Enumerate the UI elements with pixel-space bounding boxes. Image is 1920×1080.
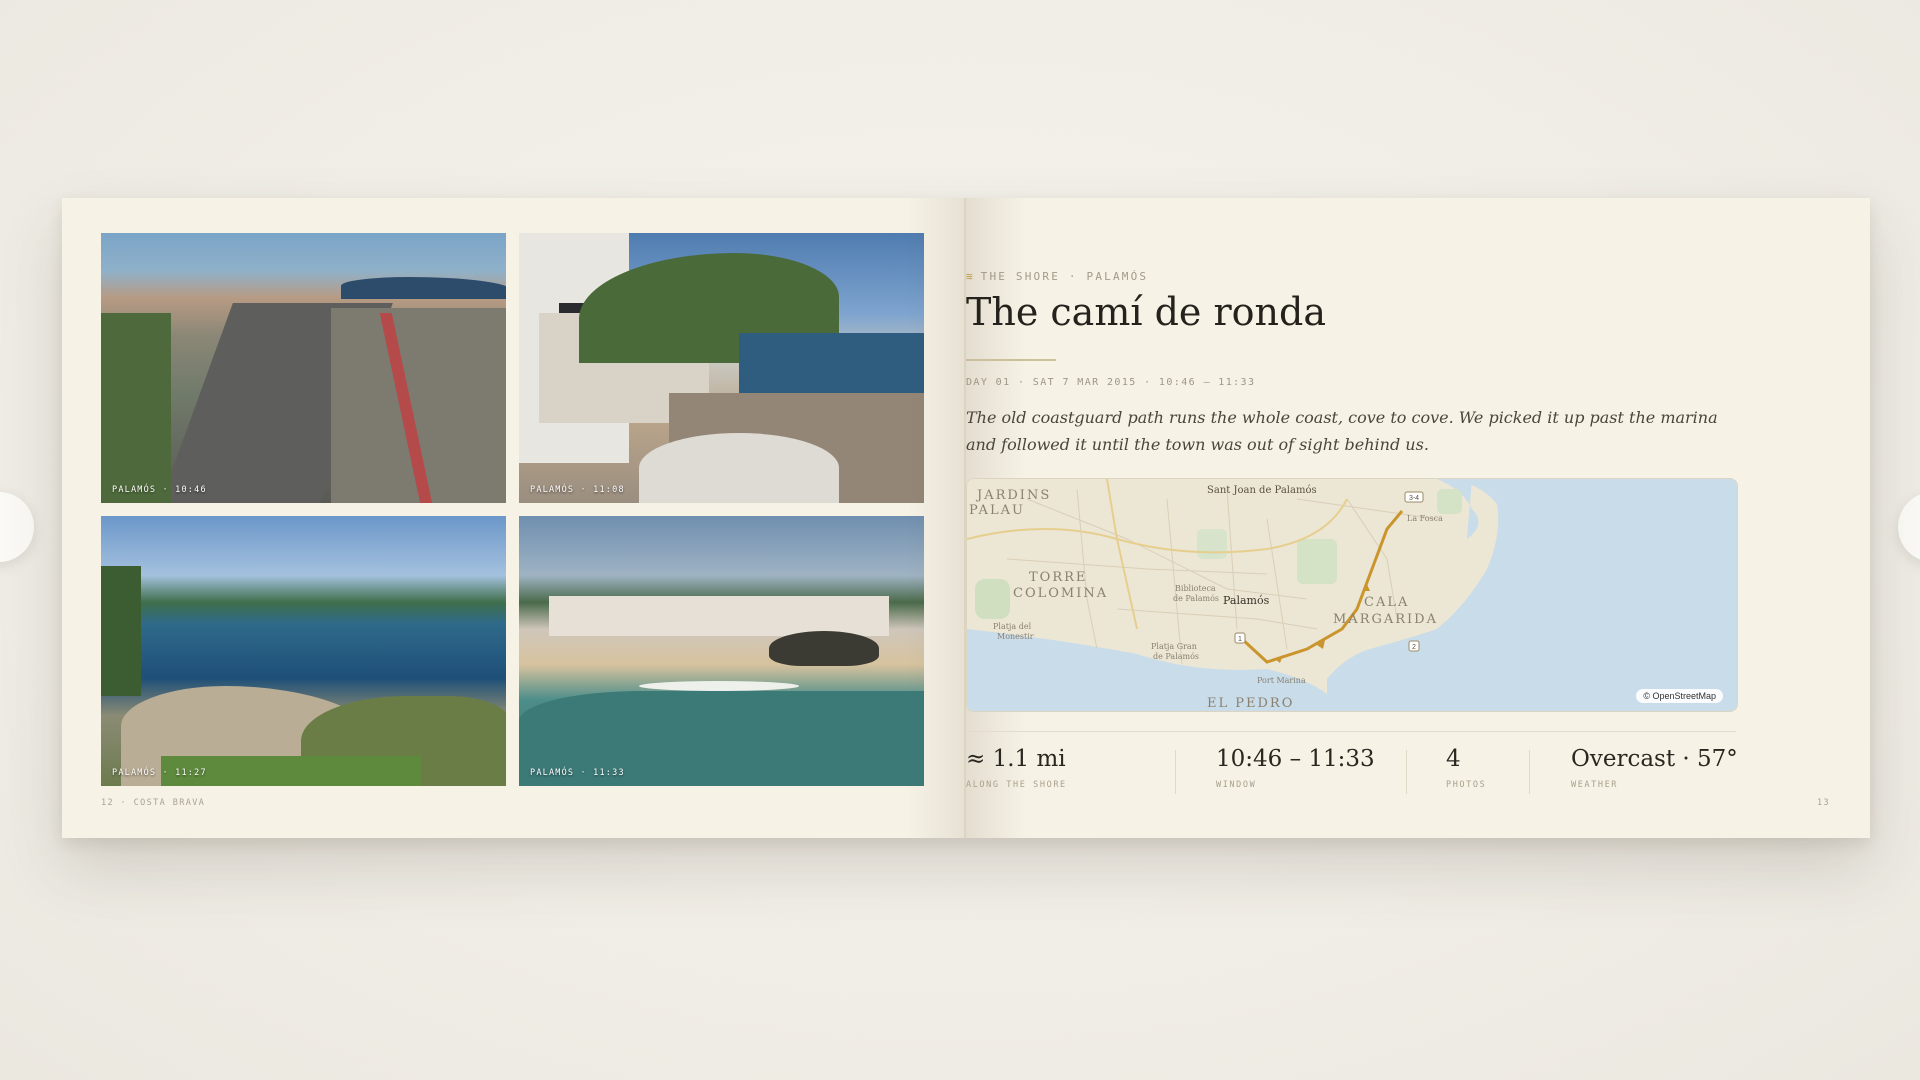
map-label: EL PEDRO — [1207, 696, 1294, 711]
map-label: MARGARIDA — [1333, 612, 1438, 627]
map-marker[interactable]: 3-4 — [1409, 495, 1419, 502]
map-label: Platja del — [993, 622, 1032, 631]
map-label: Monestir — [997, 632, 1034, 641]
stat-value: 10:46 – 11:33 — [1216, 746, 1375, 772]
stats-divider — [966, 731, 1736, 732]
stat-window: 10:46 – 11:33 WINDOW — [1216, 746, 1375, 790]
stat-separator — [1175, 750, 1176, 794]
next-page-button[interactable]: › — [1898, 492, 1920, 562]
map-label: de Palamós — [1173, 594, 1219, 603]
left-page: PALAMÓS · 10:46 PALAMÓS · 11:08 PALAMÓS … — [62, 198, 966, 838]
stat-label: PHOTOS — [1446, 780, 1487, 790]
photo-terrace[interactable]: PALAMÓS · 11:08 — [519, 233, 924, 503]
stat-distance: ≈ 1.1 mi ALONG THE SHORE — [966, 746, 1067, 790]
photo-beach[interactable]: PALAMÓS · 11:33 — [519, 516, 924, 786]
title-rule — [966, 359, 1056, 361]
map-label: Sant Joan de Palamós — [1207, 485, 1317, 496]
stat-value: ≈ 1.1 mi — [966, 746, 1066, 772]
stat-label: ALONG THE SHORE — [966, 780, 1067, 790]
stat-value: 4 — [1446, 746, 1461, 772]
photo-caption: PALAMÓS · 10:46 — [112, 485, 207, 495]
map-label: PALAU — [969, 503, 1025, 518]
map-label: Palamós — [1223, 594, 1270, 607]
map-label: La Fosca — [1407, 514, 1443, 523]
photo-caption: PALAMÓS · 11:27 — [112, 768, 207, 778]
map-label: Port Marina — [1257, 676, 1306, 685]
route-map[interactable]: 1 2 3-4 JARDINS PALAU Sant Joan de Palam… — [966, 478, 1738, 712]
map-label: CALA — [1364, 595, 1409, 610]
map-attribution[interactable]: © OpenStreetMap — [1636, 689, 1723, 703]
photo-bay-rocks[interactable]: PALAMÓS · 11:27 — [101, 516, 506, 786]
map-label: TORRE — [1029, 570, 1087, 585]
map-label: Platja Gran — [1151, 642, 1197, 651]
stat-label: WEATHER — [1571, 780, 1619, 790]
map-label: Biblioteca — [1175, 584, 1216, 593]
lede-paragraph: The old coastguard path runs the whole c… — [966, 408, 1718, 454]
map-marker[interactable]: 1 — [1238, 636, 1242, 643]
stat-value: Overcast · 57° — [1571, 746, 1738, 772]
page-title: The camí de ronda — [966, 290, 1326, 334]
photo-caption: PALAMÓS · 11:33 — [530, 768, 625, 778]
map-label: JARDINS — [975, 488, 1051, 503]
stat-weather: Overcast · 57° WEATHER — [1571, 746, 1738, 790]
map-label: COLOMINA — [1013, 586, 1108, 601]
map-canvas: 1 2 3-4 JARDINS PALAU Sant Joan de Palam… — [967, 479, 1737, 711]
stat-separator — [1406, 750, 1407, 794]
eyebrow-label: THE SHORE · PALAMÓS — [980, 270, 1149, 283]
stat-label: WINDOW — [1216, 780, 1257, 790]
waves-icon: ≋ — [966, 270, 973, 283]
stat-photos: 4 PHOTOS — [1446, 746, 1486, 790]
map-marker[interactable]: 2 — [1412, 644, 1416, 651]
photo-marina[interactable]: PALAMÓS · 10:46 — [101, 233, 506, 503]
page-folio-right: 13 — [1816, 798, 1830, 808]
previous-page-button[interactable]: ‹ — [0, 492, 34, 562]
day-meta: DAY 01 · SAT 7 MAR 2015 · 10:46 – 11:33 — [966, 377, 1256, 388]
section-eyebrow: ≋ THE SHORE · PALAMÓS — [966, 270, 1148, 283]
page-folio-left: 12 · COSTA BRAVA — [101, 798, 206, 808]
photo-caption: PALAMÓS · 11:08 — [530, 485, 625, 495]
map-label: de Palamós — [1153, 652, 1199, 661]
stat-separator — [1529, 750, 1530, 794]
